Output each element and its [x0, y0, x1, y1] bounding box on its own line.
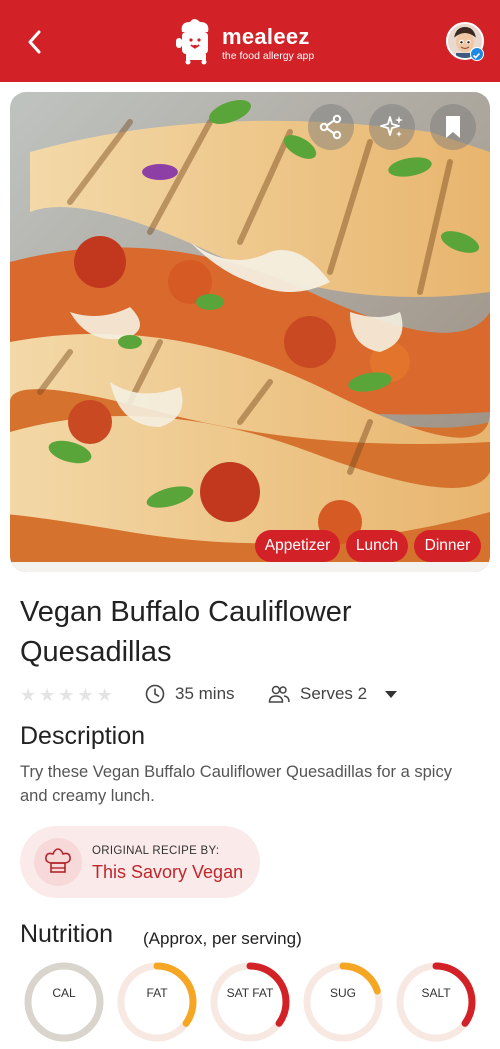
nutrition-ring-fat[interactable]: FAT [115, 960, 199, 1044]
star-rating[interactable]: ★ ★ ★ ★ ★ [20, 686, 113, 704]
nutrition-ring-sug[interactable]: SUG [301, 960, 385, 1044]
star-icon: ★ [77, 685, 94, 705]
nutrition-ring-label: SAT FAT [226, 986, 274, 1000]
nutrition-ring-label: CAL [52, 986, 76, 1000]
brand-name: mealeez [222, 24, 310, 49]
ai-sparkle-button[interactable] [369, 104, 415, 150]
tag-appetizer[interactable]: Appetizer [255, 530, 340, 562]
nutrition-ring-sat-fat[interactable]: SAT FAT [208, 960, 292, 1044]
nutrition-note: (Approx, per serving) [143, 929, 302, 948]
nutrition-ring-label: FAT [146, 986, 168, 1000]
brand-tagline: the food allergy app [222, 50, 315, 62]
cook-time-value: 35 mins [175, 684, 235, 703]
recipe-hero-image [10, 92, 490, 572]
nutrition-rings: CAL FAT SAT FAT SUG SALT [22, 960, 482, 1042]
chevron-down-icon [385, 690, 398, 698]
credit-label: ORIGINAL RECIPE BY: [92, 845, 220, 857]
original-recipe-credit[interactable]: ORIGINAL RECIPE BY: This Savory Vegan [20, 826, 260, 898]
bookmark-button[interactable] [430, 104, 476, 150]
people-icon [268, 685, 290, 703]
share-button[interactable] [308, 104, 354, 150]
nutrition-ring-cal[interactable]: CAL [22, 960, 106, 1044]
star-icon: ★ [39, 685, 56, 705]
star-icon: ★ [20, 685, 37, 705]
tag-dinner[interactable]: Dinner [414, 530, 481, 562]
clock-icon [145, 684, 165, 704]
description-heading: Description [20, 722, 146, 750]
nutrition-ring-salt[interactable]: SALT [394, 960, 478, 1044]
chef-mascot-icon [176, 19, 209, 65]
nutrition-heading: Nutrition [20, 920, 114, 948]
bookmark-icon [446, 116, 460, 138]
nutrition-ring-label: SALT [421, 986, 451, 1000]
share-icon [319, 114, 342, 140]
description-text: Try these Vegan Buffalo Cauliflower Ques… [20, 763, 452, 805]
star-icon: ★ [58, 685, 75, 705]
recipe-title: Vegan Buffalo Cauliflower Quesadillas [20, 596, 352, 668]
credit-source-name: This Savory Vegan [92, 862, 244, 882]
sparkle-icon [380, 116, 403, 137]
nutrition-ring-label: SUG [329, 986, 356, 1000]
servings-value: Serves 2 [300, 684, 368, 703]
cook-time: 35 mins [145, 684, 235, 704]
star-icon: ★ [96, 685, 113, 705]
top-app-bar: mealeez the food allergy app [0, 0, 500, 82]
back-arrow-icon[interactable] [22, 28, 48, 56]
servings-selector[interactable]: Serves 2 [268, 684, 398, 704]
chef-hat-icon [34, 838, 82, 886]
tag-lunch[interactable]: Lunch [346, 530, 408, 562]
verified-badge-icon [470, 47, 484, 61]
app-logo: mealeez the food allergy app [172, 18, 332, 68]
